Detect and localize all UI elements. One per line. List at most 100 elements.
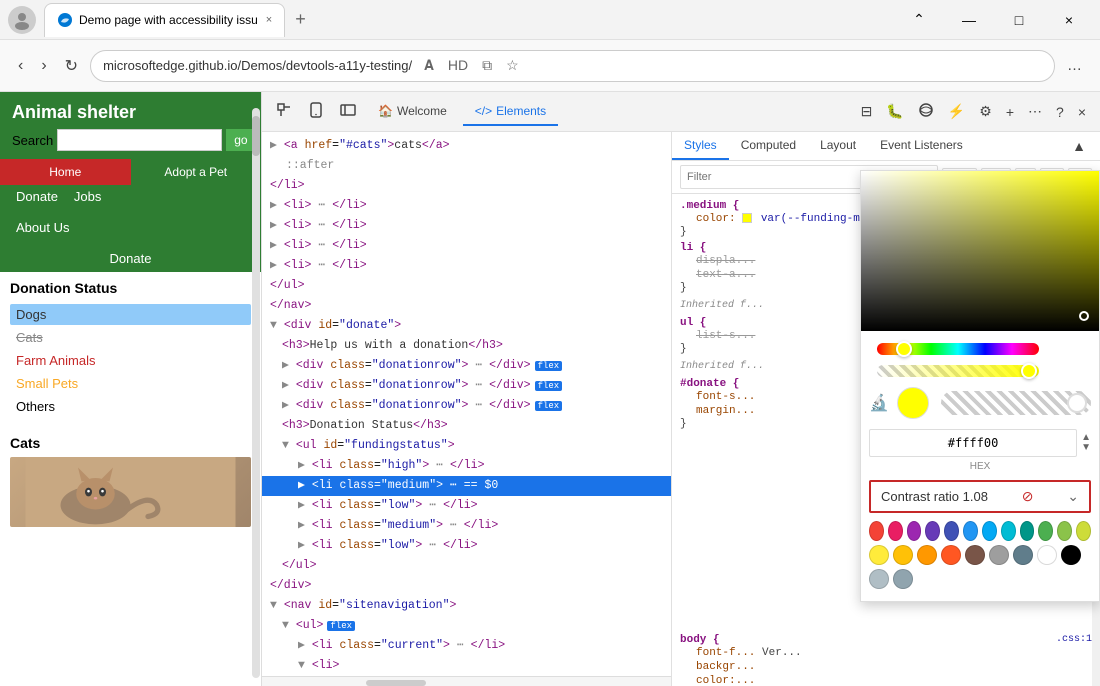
- swatch-light-blue[interactable]: [982, 521, 997, 541]
- more-button[interactable]: …: [1061, 53, 1088, 78]
- swatch-indigo[interactable]: [944, 521, 959, 541]
- tree-line[interactable]: ▶ <li class="low"> ⋯ </li>: [262, 496, 671, 516]
- tree-line[interactable]: ▼ <div id="donate">: [262, 316, 671, 336]
- donate-button[interactable]: Donate: [0, 245, 261, 272]
- scrollbar-thumb[interactable]: [252, 116, 260, 156]
- swatch-red[interactable]: [869, 521, 884, 541]
- tree-line[interactable]: ▶ <li class="medium"> ⋯ </li>: [262, 516, 671, 536]
- color-gradient-picker[interactable]: [861, 194, 1099, 331]
- swatch-blue-grey[interactable]: [1013, 545, 1033, 565]
- alpha-cursor[interactable]: [1021, 363, 1037, 379]
- swatch-green[interactable]: [1038, 521, 1053, 541]
- tab-welcome[interactable]: 🏠 Welcome: [366, 98, 459, 126]
- page-scrollbar[interactable]: [252, 108, 260, 678]
- swatch-deep-purple[interactable]: [925, 521, 940, 541]
- tree-line[interactable]: ▶ <li class="high"> ⋯ </li>: [262, 456, 671, 476]
- tab-elements[interactable]: </> Elements: [463, 98, 558, 126]
- nav-home[interactable]: Home: [0, 159, 131, 185]
- console-button[interactable]: ⊟: [855, 99, 879, 124]
- tree-line[interactable]: <h3>Help us with a donation</h3>: [262, 336, 671, 356]
- swatch-grey[interactable]: [989, 545, 1009, 565]
- address-bar[interactable]: microsoftedge.github.io/Demos/devtools-a…: [90, 50, 1055, 82]
- tab-event-listeners[interactable]: Event Listeners: [868, 132, 975, 160]
- hex-down-button[interactable]: ▼: [1081, 443, 1091, 453]
- selector-body[interactable]: body {: [680, 634, 720, 646]
- gradient-cursor[interactable]: [1079, 311, 1089, 321]
- devtools-close-button[interactable]: ×: [1072, 100, 1092, 124]
- selector-ul[interactable]: ul {: [680, 317, 706, 329]
- eyedropper-icon[interactable]: 🔬: [869, 393, 889, 413]
- tab-computed[interactable]: Computed: [729, 132, 808, 160]
- help-button[interactable]: ?: [1050, 100, 1070, 124]
- swatch-white[interactable]: [1037, 545, 1057, 565]
- source-body[interactable]: .css:1: [1056, 634, 1092, 645]
- sidebar-toggle-button[interactable]: [334, 98, 362, 125]
- swatch-light-green[interactable]: [1057, 521, 1072, 541]
- add-panel-button[interactable]: +: [1000, 100, 1020, 124]
- h-scrollbar-thumb[interactable]: [366, 680, 426, 686]
- swatch-blue-grey-light[interactable]: [869, 569, 889, 589]
- swatch-deep-orange[interactable]: [941, 545, 961, 565]
- tree-line[interactable]: ▶ <li> ⋯ </li>: [262, 256, 671, 276]
- nav-jobs[interactable]: Jobs: [66, 185, 109, 208]
- swatch-pink[interactable]: [888, 521, 903, 541]
- selector-donate[interactable]: #donate {: [680, 378, 739, 390]
- tree-line[interactable]: </nav>: [262, 296, 671, 316]
- refresh-button[interactable]: ↻: [59, 50, 84, 82]
- color-swatch[interactable]: [742, 213, 752, 223]
- tree-line[interactable]: ▼ <li>: [262, 656, 671, 676]
- tree-line[interactable]: ▼ <ul>flex: [262, 616, 671, 636]
- tree-line[interactable]: </ul>: [262, 556, 671, 576]
- swatch-teal[interactable]: [1020, 521, 1035, 541]
- bug-button[interactable]: 🐛: [880, 99, 909, 124]
- hue-cursor[interactable]: [896, 341, 912, 357]
- active-tab[interactable]: Demo page with accessibility issu ×: [44, 3, 285, 37]
- performance-button[interactable]: ⚡: [942, 99, 971, 124]
- swatch-yellow[interactable]: [869, 545, 889, 565]
- tree-line[interactable]: <h3>Donation Status</h3>: [262, 416, 671, 436]
- split-icon[interactable]: ⧉: [478, 55, 496, 76]
- new-tab-button[interactable]: +: [287, 5, 314, 34]
- tree-line[interactable]: ▶ <div class="donationrow"> ⋯ </div>flex: [262, 396, 671, 416]
- restore-button[interactable]: ⌃: [896, 4, 942, 36]
- tree-line[interactable]: ▶ <a href="#cats">cats</a>: [262, 136, 671, 156]
- swatch-brown[interactable]: [965, 545, 985, 565]
- read-aloud-icon[interactable]: 𝐀: [420, 55, 438, 76]
- selector-medium[interactable]: .medium {: [680, 200, 739, 212]
- tree-line[interactable]: ▶ <li class="current"> ⋯ </li>: [262, 636, 671, 656]
- swatch-blue-grey-mid[interactable]: [893, 569, 913, 589]
- tree-line[interactable]: ▶ <div class="donationrow"> ⋯ </div>flex: [262, 376, 671, 396]
- swatch-lime[interactable]: [1076, 521, 1091, 541]
- forward-button[interactable]: ›: [35, 51, 52, 81]
- close-button[interactable]: ×: [1046, 4, 1092, 36]
- minimize-button[interactable]: —: [946, 4, 992, 36]
- elements-tree[interactable]: ▶ <a href="#cats">cats</a> ::after </li>…: [262, 132, 672, 686]
- tree-line[interactable]: ▶ <li> ⋯ </li>: [262, 196, 671, 216]
- tree-line[interactable]: ▶ <li> ⋯ </li>: [262, 236, 671, 256]
- tree-line[interactable]: ▼ <nav id="sitenavigation">: [262, 596, 671, 616]
- tree-line[interactable]: ▶ <li class="low"> ⋯ </li>: [262, 536, 671, 556]
- swatch-orange[interactable]: [917, 545, 937, 565]
- device-emulation-button[interactable]: [302, 98, 330, 125]
- swatch-black[interactable]: [1061, 545, 1081, 565]
- tree-line[interactable]: ::after: [262, 156, 671, 176]
- inspect-element-button[interactable]: [270, 98, 298, 125]
- alpha-slider-thumb[interactable]: [1067, 393, 1087, 413]
- more-tools-button[interactable]: ⋯: [1022, 99, 1048, 124]
- selected-tree-line[interactable]: ▶ <li class="medium"> ⋯ == $0: [262, 476, 671, 496]
- contrast-expand-button[interactable]: ⌄: [1067, 488, 1079, 505]
- swatch-blue[interactable]: [963, 521, 978, 541]
- network-icon-btn[interactable]: [912, 98, 940, 125]
- search-input[interactable]: [57, 129, 222, 151]
- tree-line[interactable]: </div>: [262, 576, 671, 596]
- swatch-purple[interactable]: [907, 521, 922, 541]
- tree-line[interactable]: ▼ <ul id="fundingstatus">: [262, 436, 671, 456]
- nav-adopt[interactable]: Adopt a Pet: [131, 159, 262, 185]
- maximize-button[interactable]: □: [996, 4, 1042, 36]
- tab-close-button[interactable]: ×: [266, 14, 272, 26]
- tab-layout[interactable]: Layout: [808, 132, 868, 160]
- selector-li[interactable]: li {: [680, 242, 706, 254]
- swatch-cyan[interactable]: [1001, 521, 1016, 541]
- swatch-amber[interactable]: [893, 545, 913, 565]
- settings-button[interactable]: ⚙: [973, 99, 998, 124]
